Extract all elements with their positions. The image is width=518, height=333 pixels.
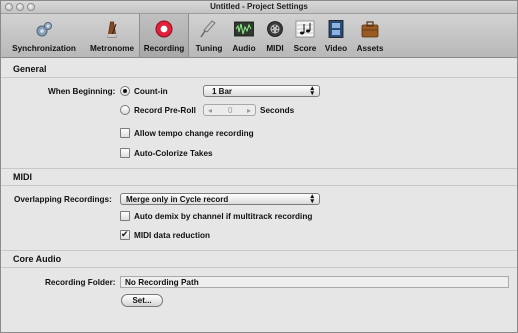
general-section-header: General <box>13 64 47 74</box>
when-beginning-label: When Beginning: <box>48 87 116 96</box>
tab-assets[interactable]: Assets <box>354 14 386 57</box>
tab-label: Score <box>293 44 317 53</box>
tab-label: Synchronization <box>12 44 76 53</box>
project-settings-window: Untitled - Project Settings Synchronizat… <box>0 0 518 333</box>
overlapping-recordings-value: Merge only in Cycle record <box>126 195 229 204</box>
audio-waveform-icon <box>234 21 254 37</box>
auto-demix-label: Auto demix by channel if multitrack reco… <box>134 212 313 221</box>
auto-colorize-checkbox[interactable] <box>120 148 130 158</box>
auto-demix-checkbox[interactable] <box>120 211 130 221</box>
tab-video[interactable]: Video <box>321 14 351 57</box>
auto-colorize-label: Auto-Colorize Takes <box>134 149 213 158</box>
core-audio-section-header: Core Audio <box>13 254 62 264</box>
title-bar: Untitled - Project Settings <box>1 1 517 14</box>
record-icon <box>155 20 173 38</box>
tab-metronome[interactable]: Metronome <box>85 14 139 57</box>
tab-tuning[interactable]: Tuning <box>191 14 227 57</box>
popup-arrows-icon: ▴ ▾ <box>310 193 314 205</box>
midi-section-header: MIDI <box>13 172 32 182</box>
count-in-popup[interactable]: 1 Bar ▴ ▾ <box>203 85 320 97</box>
section-divider <box>1 77 517 78</box>
settings-toolbar: Synchronization Metronome Recording Tuni… <box>1 14 517 58</box>
record-preroll-radio[interactable] <box>120 105 130 115</box>
tab-label: Assets <box>356 44 384 53</box>
preroll-value: 0 <box>228 106 233 115</box>
allow-tempo-change-checkbox[interactable] <box>120 128 130 138</box>
section-divider <box>1 168 517 169</box>
set-recording-folder-button[interactable]: Set... <box>121 294 163 307</box>
overlapping-recordings-label: Overlapping Recordings: <box>14 195 112 204</box>
section-divider <box>1 267 517 268</box>
count-in-label: Count-in <box>134 87 168 96</box>
recording-folder-label: Recording Folder: <box>45 278 116 287</box>
tab-midi[interactable]: MIDI <box>262 14 288 57</box>
briefcase-icon <box>361 21 379 38</box>
recording-folder-value: No Recording Path <box>125 278 199 287</box>
tab-label: Recording <box>143 44 185 53</box>
overlapping-recordings-popup[interactable]: Merge only in Cycle record ▴ ▾ <box>120 193 320 205</box>
midi-data-reduction-checkbox[interactable] <box>120 229 130 240</box>
tab-score[interactable]: Score <box>291 14 319 57</box>
section-divider <box>1 250 517 251</box>
tab-label: Video <box>324 44 348 53</box>
popup-arrows-icon: ▴ ▾ <box>310 85 314 97</box>
count-in-value: 1 Bar <box>212 87 233 96</box>
tab-label: Metronome <box>89 44 135 53</box>
stepper-decrement-icon[interactable]: ◂ <box>208 106 212 115</box>
gears-icon <box>36 22 52 37</box>
tab-recording[interactable]: Recording <box>139 14 189 57</box>
score-notes-icon <box>295 20 315 38</box>
window-title: Untitled - Project Settings <box>210 2 308 11</box>
metronome-icon <box>107 21 117 38</box>
record-preroll-label: Record Pre-Roll <box>134 106 196 115</box>
section-divider <box>1 185 517 186</box>
midi-connector-icon <box>267 21 283 37</box>
preroll-stepper[interactable]: ◂ 0 ▸ <box>203 104 256 116</box>
midi-data-reduction-label: MIDI data reduction <box>134 231 210 240</box>
recording-settings-panel: General When Beginning: Count-in 1 Bar ▴… <box>1 58 517 332</box>
tab-label: MIDI <box>266 44 284 53</box>
seconds-label: Seconds <box>260 106 295 115</box>
tab-label: Audio <box>232 44 256 53</box>
tab-synchronization[interactable]: Synchronization <box>7 14 81 57</box>
count-in-radio[interactable] <box>120 86 130 96</box>
stepper-increment-icon[interactable]: ▸ <box>247 106 251 115</box>
allow-tempo-change-label: Allow tempo change recording <box>134 129 254 138</box>
film-icon <box>328 20 344 38</box>
tab-label: Tuning <box>195 44 223 53</box>
tuning-fork-icon <box>200 20 216 38</box>
recording-folder-field: No Recording Path <box>120 276 509 288</box>
tab-audio[interactable]: Audio <box>229 14 259 57</box>
